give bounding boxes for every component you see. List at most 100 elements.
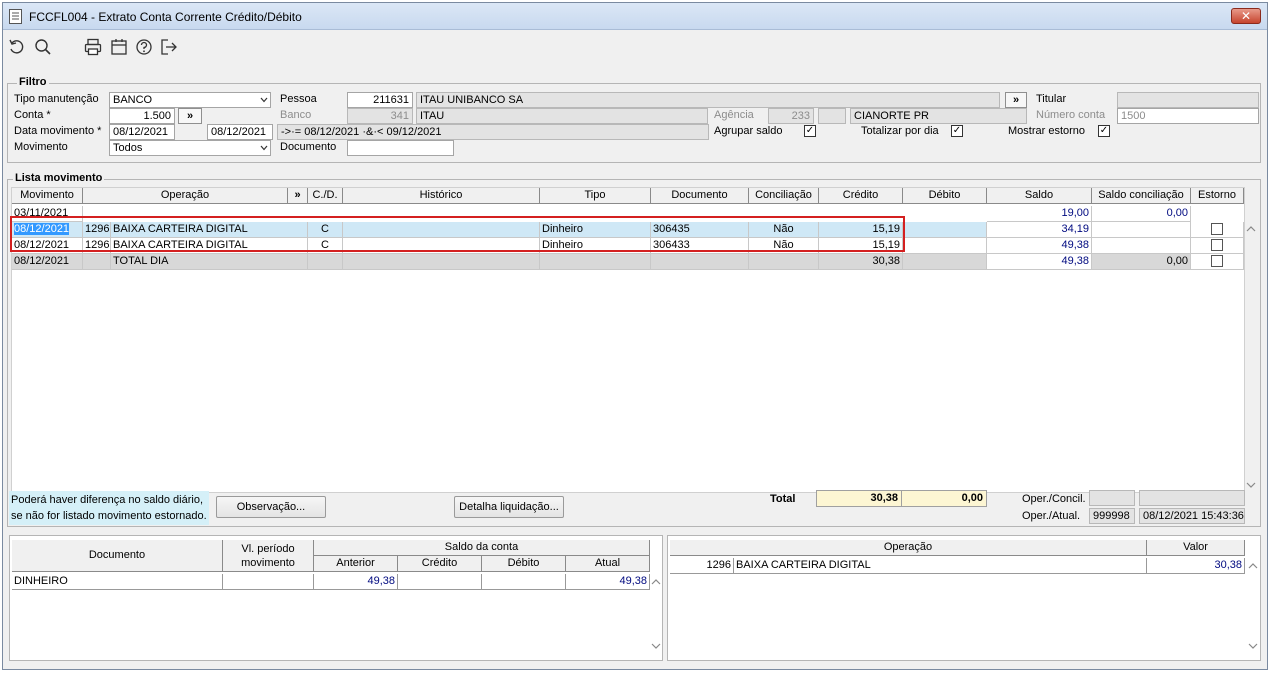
cell-debito	[482, 574, 566, 590]
data-expression-field: ->·= 08/12/2021 ·&·< 09/12/2021	[277, 124, 709, 140]
totalizar-label: Totalizar por dia	[861, 125, 939, 137]
titular-label: Titular	[1036, 93, 1067, 105]
col-saldo[interactable]: Saldo	[987, 188, 1092, 204]
col-anterior[interactable]: Anterior	[314, 556, 398, 572]
exit-icon[interactable]	[159, 37, 179, 57]
col-cd[interactable]: C./D.	[308, 188, 343, 204]
mostrar-estorno-checkbox[interactable]: ✓	[1098, 125, 1110, 137]
notice-line-1: Poderá haver diferença no saldo diário,	[11, 494, 204, 506]
lista-legend: Lista movimento	[13, 172, 105, 184]
scroll-up-icon[interactable]	[1246, 225, 1256, 233]
cell-atual: 49,38	[566, 574, 650, 590]
oper-concil-date	[1139, 490, 1245, 506]
cell-estorno	[1191, 222, 1244, 238]
scroll-down-icon[interactable]	[651, 642, 661, 650]
scroll-up-icon[interactable]	[1248, 562, 1258, 570]
conta-lookup-button[interactable]: »	[178, 108, 202, 124]
col-vl-periodo[interactable]: Vl. período movimento	[223, 540, 314, 572]
cell-credito: 30,38	[819, 254, 903, 270]
print-icon[interactable]	[83, 37, 103, 57]
col-vl-periodo-line1: Vl. período	[241, 543, 295, 555]
col-vl-periodo-line2: movimento	[241, 557, 295, 569]
col-credito[interactable]: Crédito	[398, 556, 482, 572]
cell-documento	[651, 254, 749, 270]
cell-estorno	[1191, 254, 1244, 270]
agencia-label: Agência	[714, 109, 754, 121]
cell-anterior: 49,38	[314, 574, 398, 590]
col-documento[interactable]: Documento	[12, 540, 223, 572]
cell-debito	[903, 254, 987, 270]
cell-saldo: 49,38	[987, 238, 1092, 254]
estorno-checkbox[interactable]	[1211, 255, 1223, 267]
cell-historico	[343, 254, 540, 270]
cell-conciliacao	[749, 254, 819, 270]
table-row[interactable]: 1296 BAIXA CARTEIRA DIGITAL 30,38	[670, 558, 1247, 574]
agrupar-saldo-label: Agrupar saldo	[714, 125, 783, 137]
col-operacao[interactable]: Operação	[83, 188, 288, 204]
cell-saldo-conciliacao: 0,00	[1092, 254, 1191, 270]
col-debito[interactable]: Débito	[482, 556, 566, 572]
estorno-checkbox[interactable]	[1211, 223, 1223, 235]
cell-saldo: 19,00	[987, 206, 1092, 222]
cell-saldo: 49,38	[987, 254, 1092, 270]
help-icon[interactable]	[134, 37, 154, 57]
movimento-label: Movimento	[14, 141, 68, 153]
cell-vl-periodo	[223, 574, 314, 590]
undo-icon[interactable]	[7, 37, 27, 57]
pessoa-name-field: ITAU UNIBANCO SA	[416, 92, 1000, 108]
cell-saldo-conciliacao	[1092, 222, 1191, 238]
scroll-up-icon[interactable]	[651, 578, 661, 586]
totalizar-checkbox[interactable]: ✓	[951, 125, 963, 137]
col-debito[interactable]: Débito	[903, 188, 987, 204]
table-row[interactable]: DINHEIRO 49,38 49,38	[12, 574, 652, 590]
conta-input[interactable]: 1.500	[109, 108, 175, 124]
total-debito-field: 0,00	[901, 490, 987, 507]
table-row-total[interactable]: 08/12/2021 TOTAL DIA 30,38 49,38 0,00	[12, 254, 1244, 270]
documento-input[interactable]	[347, 140, 454, 156]
close-button[interactable]: ✕	[1231, 8, 1261, 24]
col-saldo-conta[interactable]: Saldo da conta	[314, 540, 650, 556]
scroll-down-icon[interactable]	[1248, 642, 1258, 650]
data-inicio-input[interactable]: 08/12/2021	[109, 124, 175, 140]
movimento-select[interactable]: Todos	[109, 140, 271, 156]
oper-atual-label: Oper./Atual.	[1022, 510, 1081, 522]
agencia-code-field: 233	[768, 108, 814, 124]
tipo-manutencao-select[interactable]: BANCO	[109, 92, 271, 108]
search-icon[interactable]	[33, 37, 53, 57]
col-documento[interactable]: Documento	[651, 188, 749, 204]
pessoa-lookup-button[interactable]: »	[1005, 92, 1027, 108]
agrupar-saldo-checkbox[interactable]: ✓	[804, 125, 816, 137]
cell-op-code	[83, 254, 111, 270]
observacao-button[interactable]: Observação...	[216, 496, 326, 518]
col-estorno[interactable]: Estorno	[1191, 188, 1244, 204]
cell-saldo-conciliacao: 0,00	[1092, 206, 1191, 222]
movimento-value: Todos	[113, 142, 143, 154]
cell-credito	[398, 574, 482, 590]
col-movimento[interactable]: Movimento	[12, 188, 83, 204]
col-operacao[interactable]: Operação	[670, 540, 1147, 556]
detalha-liquidacao-button[interactable]: Detalha liquidação...	[454, 496, 564, 518]
col-historico[interactable]: Histórico	[343, 188, 540, 204]
notice-text: Poderá haver diferença no saldo diário, …	[9, 491, 209, 525]
col-more-button[interactable]: »	[288, 188, 308, 204]
titular-field	[1117, 92, 1259, 108]
col-valor[interactable]: Valor	[1147, 540, 1245, 556]
pessoa-code-input[interactable]: 211631	[347, 92, 413, 108]
col-tipo[interactable]: Tipo	[540, 188, 651, 204]
cell-saldo-conciliacao	[1092, 238, 1191, 254]
estorno-checkbox[interactable]	[1211, 239, 1223, 251]
scroll-down-icon[interactable]	[1246, 481, 1256, 489]
oper-atual-code: 999998	[1089, 508, 1135, 524]
col-saldo-conciliacao[interactable]: Saldo conciliação	[1092, 188, 1191, 204]
oper-concil-label: Oper./Concil.	[1022, 493, 1086, 505]
col-conciliacao[interactable]: Conciliação	[749, 188, 819, 204]
data-fim-input[interactable]: 08/12/2021	[207, 124, 273, 140]
col-atual[interactable]: Atual	[566, 556, 650, 572]
data-movimento-label: Data movimento *	[14, 125, 102, 137]
tipo-manutencao-label: Tipo manutenção	[14, 93, 99, 105]
window-title: FCCFL004 - Extrato Conta Corrente Crédit…	[29, 10, 302, 24]
cell-debito	[903, 222, 987, 238]
cell-cd	[308, 254, 343, 270]
calendar-icon[interactable]	[109, 37, 129, 57]
col-credito[interactable]: Crédito	[819, 188, 903, 204]
